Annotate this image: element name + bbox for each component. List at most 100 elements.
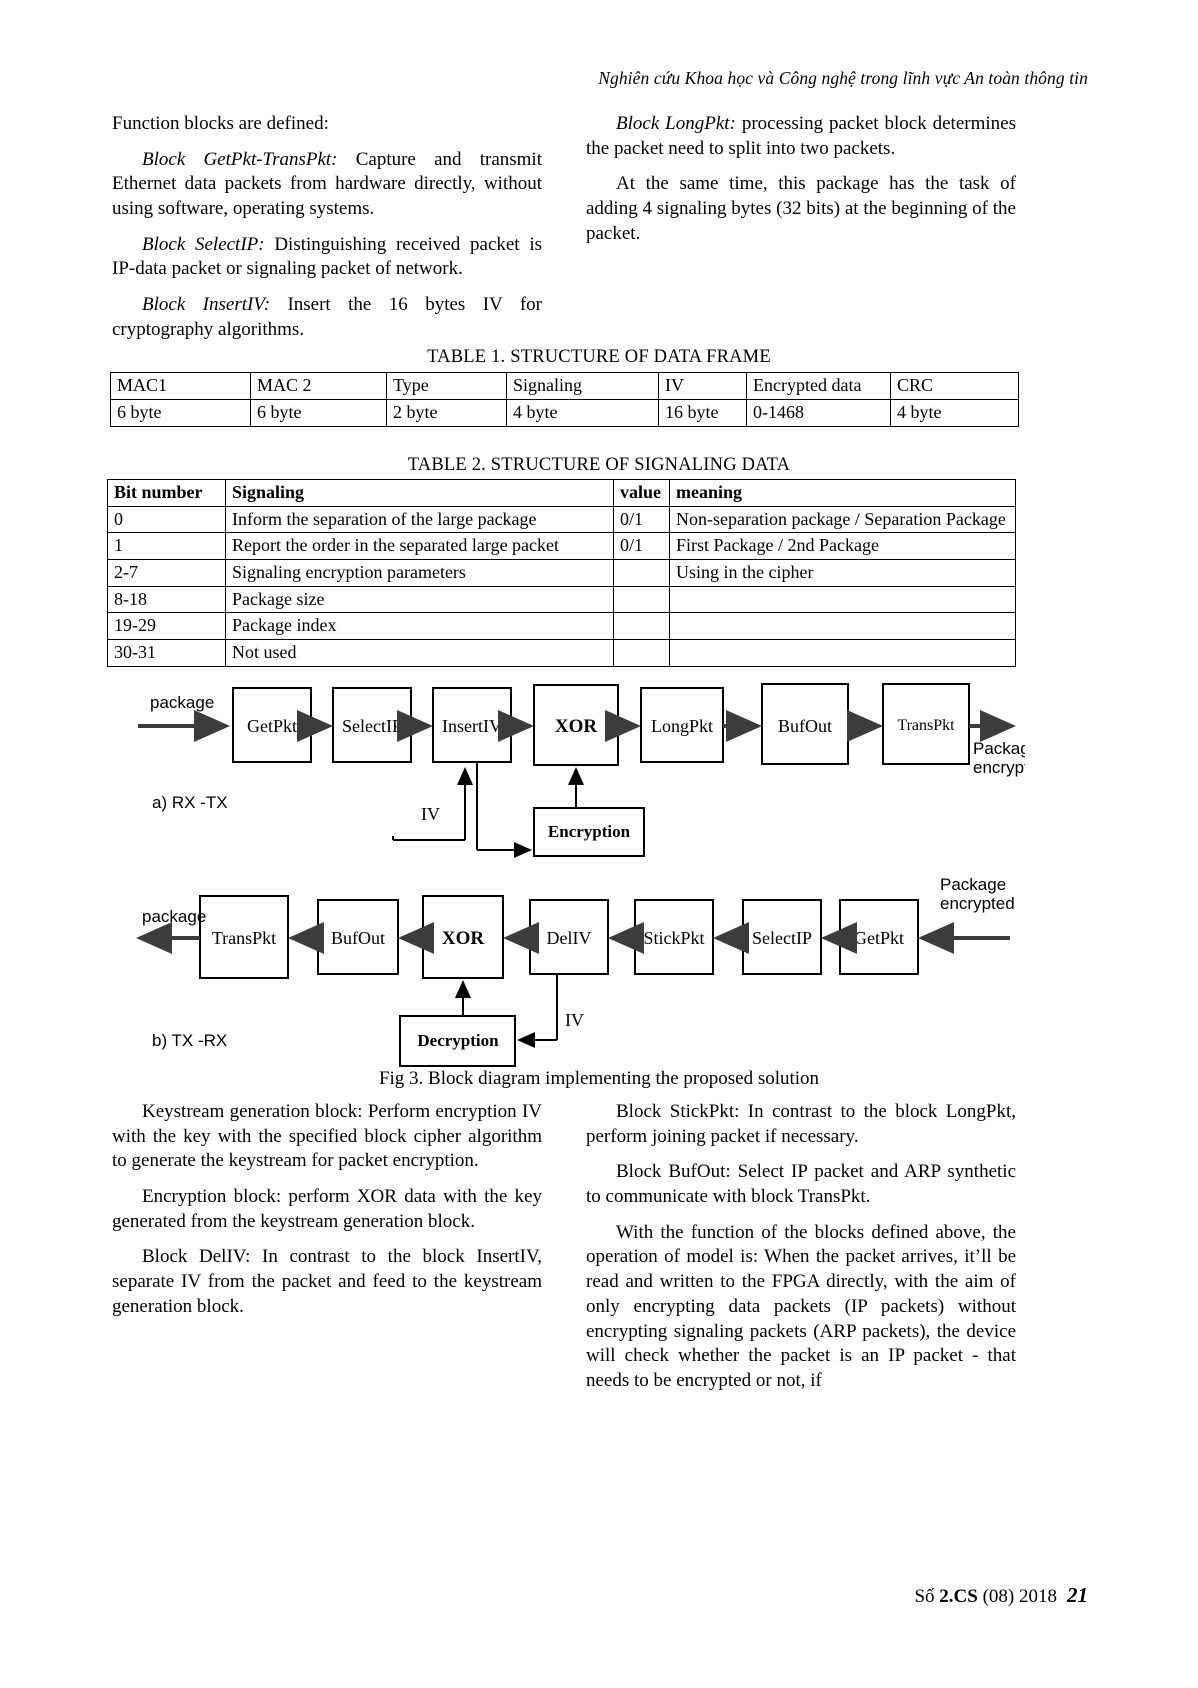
- table-cell: 0-1468: [746, 399, 891, 427]
- table-cell: Type: [386, 372, 507, 400]
- paragraph: Block DelIV: In contrast to the block In…: [112, 1246, 542, 1317]
- paragraph: Block InsertIV: Insert the 16 bytes IV f…: [112, 294, 542, 340]
- table2-caption: TABLE 2. STRUCTURE OF SIGNALING DATA: [407, 455, 791, 475]
- table1-caption: TABLE 1. STRUCTURE OF DATA FRAME: [427, 347, 771, 367]
- table-cell: 0: [107, 505, 226, 534]
- table-row: 6 byte 6 byte 2 byte 4 byte 16 byte 0-14…: [110, 399, 1019, 427]
- table-cell: [669, 612, 1016, 641]
- table-cell: 2 byte: [386, 399, 507, 427]
- table-header-cell: Bit number: [107, 479, 226, 507]
- block-transpkt-b: TransPkt: [212, 928, 276, 948]
- footer-issue: 2.CS: [939, 1586, 978, 1607]
- table-cell: First Package / 2nd Package: [669, 532, 1016, 561]
- signaling-data-table: Bit number Signaling value meaning 0 Inf…: [107, 479, 1016, 667]
- diagram-a-iv-label: IV: [421, 804, 440, 824]
- block-xor-b: XOR: [442, 928, 485, 949]
- table-cell: [613, 639, 670, 667]
- table-cell: Encrypted data: [746, 372, 891, 400]
- footer-prefix: Số: [914, 1586, 940, 1607]
- table-row: 2-7 Signaling encryption parameters Usin…: [107, 559, 1016, 587]
- fig3-svg: package GetPkt SelectIP InsertIV XOR Lon…: [136, 683, 1048, 1067]
- footer-suffix: (08) 2018: [977, 1586, 1057, 1607]
- table-row: 19-29 Package index: [107, 612, 1016, 641]
- block-decryption: Decryption: [417, 1031, 499, 1050]
- table-cell: 0/1: [613, 505, 670, 534]
- block-bufout: BufOut: [778, 716, 832, 736]
- block-diagram-figure: package GetPkt SelectIP InsertIV XOR Lon…: [110, 668, 1048, 1068]
- running-head: Nghiên cứu Khoa học và Công nghệ trong l…: [598, 68, 1088, 88]
- table-header-row: Bit number Signaling value meaning: [107, 479, 1016, 507]
- paragraph: Block GetPkt-TransPkt: Capture and trans…: [112, 148, 542, 220]
- table-cell: Not used: [225, 639, 614, 667]
- bottom-right-column: Block StickPkt: In contrast to the block…: [586, 1100, 1016, 1405]
- table-cell: 19-29: [107, 612, 226, 641]
- table-cell: Non-separation package / Separation Pack…: [669, 505, 1016, 534]
- diagram-b-input-label-1: Package: [940, 875, 1006, 894]
- table-row: 0 Inform the separation of the large pac…: [107, 505, 1016, 534]
- table-cell: CRC: [890, 372, 1019, 400]
- table-cell: 16 byte: [658, 399, 747, 427]
- table-cell: 4 byte: [506, 399, 659, 427]
- page-number: 21: [1067, 1583, 1088, 1607]
- paragraph-lead: Block LongPkt:: [616, 113, 736, 134]
- table-cell: 8-18: [107, 585, 226, 614]
- top-columns: Function blocks are defined: Block GetPk…: [112, 112, 1017, 354]
- bottom-columns: Keystream generation block: Perform encr…: [112, 1100, 1017, 1405]
- table-row: MAC1 MAC 2 Type Signaling IV Encrypted d…: [110, 372, 1019, 400]
- table-row: 30-31 Not used: [107, 639, 1016, 667]
- top-left-column: Function blocks are defined: Block GetPk…: [112, 112, 542, 354]
- table-cell: 1: [107, 532, 226, 561]
- diagram-a-output-label-1: Package: [973, 739, 1025, 758]
- table-cell: 0/1: [613, 532, 670, 561]
- diagram-b-input-label-2: encrypted: [940, 894, 1015, 913]
- paragraph: Block SelectIP: Distinguishing received …: [112, 233, 542, 280]
- table-cell: Inform the separation of the large packa…: [225, 505, 614, 534]
- table-row: 8-18 Package size: [107, 585, 1016, 614]
- paragraph: Function blocks are defined:: [112, 113, 329, 134]
- block-deliv: DelIV: [547, 928, 592, 948]
- paragraph-lead: Block GetPkt-TransPkt:: [142, 148, 338, 170]
- block-getpkt: GetPkt: [247, 716, 297, 736]
- table-header-cell: Signaling: [225, 479, 614, 507]
- paragraph: At the same time, this package has the t…: [586, 173, 1016, 244]
- block-selectip-b: SelectIP: [752, 928, 812, 948]
- paragraph-lead: Block InsertIV:: [142, 294, 271, 316]
- table-cell: Signaling: [506, 372, 659, 400]
- block-longpkt: LongPkt: [651, 716, 713, 736]
- diagram-b-output-label: package: [142, 907, 206, 926]
- page-footer: Số 2.CS (08) 2018 21: [914, 1583, 1088, 1608]
- paragraph: Encryption block: perform XOR data with …: [112, 1186, 542, 1232]
- table-cell: Package index: [225, 612, 614, 641]
- diagram-a-output-label-2: encrypted: [973, 758, 1025, 777]
- diagram-b-iv-label: IV: [565, 1010, 584, 1030]
- table-cell: MAC 2: [250, 372, 387, 400]
- table-cell: 6 byte: [110, 399, 251, 427]
- table-cell: [613, 585, 670, 614]
- figure-caption: Fig 3. Block diagram implementing the pr…: [378, 1068, 820, 1089]
- block-stickpkt: StickPkt: [643, 928, 704, 948]
- top-right-column: Block LongPkt: processing packet block d…: [586, 112, 1016, 354]
- table-cell: IV: [658, 372, 747, 400]
- table-row: 1 Report the order in the separated larg…: [107, 532, 1016, 561]
- paragraph: Block BufOut: Select IP packet and ARP s…: [586, 1161, 1016, 1208]
- block-transpkt: TransPkt: [897, 717, 955, 734]
- table-cell: [613, 559, 670, 587]
- document-page: Nghiên cứu Khoa học và Công nghệ trong l…: [0, 0, 1198, 1688]
- table-cell: [613, 612, 670, 641]
- table-cell: Signaling encryption parameters: [225, 559, 614, 587]
- block-encryption: Encryption: [548, 822, 631, 841]
- table-cell: 6 byte: [250, 399, 387, 427]
- paragraph: Block LongPkt: processing packet block d…: [586, 113, 1016, 159]
- table-cell: 4 byte: [890, 399, 1019, 427]
- paragraph: Block StickPkt: In contrast to the block…: [586, 1101, 1016, 1147]
- table-cell: [669, 639, 1016, 667]
- diagram-a-input-label: package: [150, 693, 214, 712]
- paragraph-lead: Block SelectIP:: [142, 233, 265, 255]
- block-getpkt-b: GetPkt: [854, 928, 904, 948]
- table-cell: Report the order in the separated large …: [225, 532, 614, 561]
- block-insertiv: InsertIV: [442, 716, 502, 736]
- table-cell: 2-7: [107, 559, 226, 587]
- table-header-cell: meaning: [669, 479, 1016, 507]
- paragraph: Keystream generation block: Perform encr…: [112, 1101, 542, 1172]
- table-cell: 30-31: [107, 639, 226, 667]
